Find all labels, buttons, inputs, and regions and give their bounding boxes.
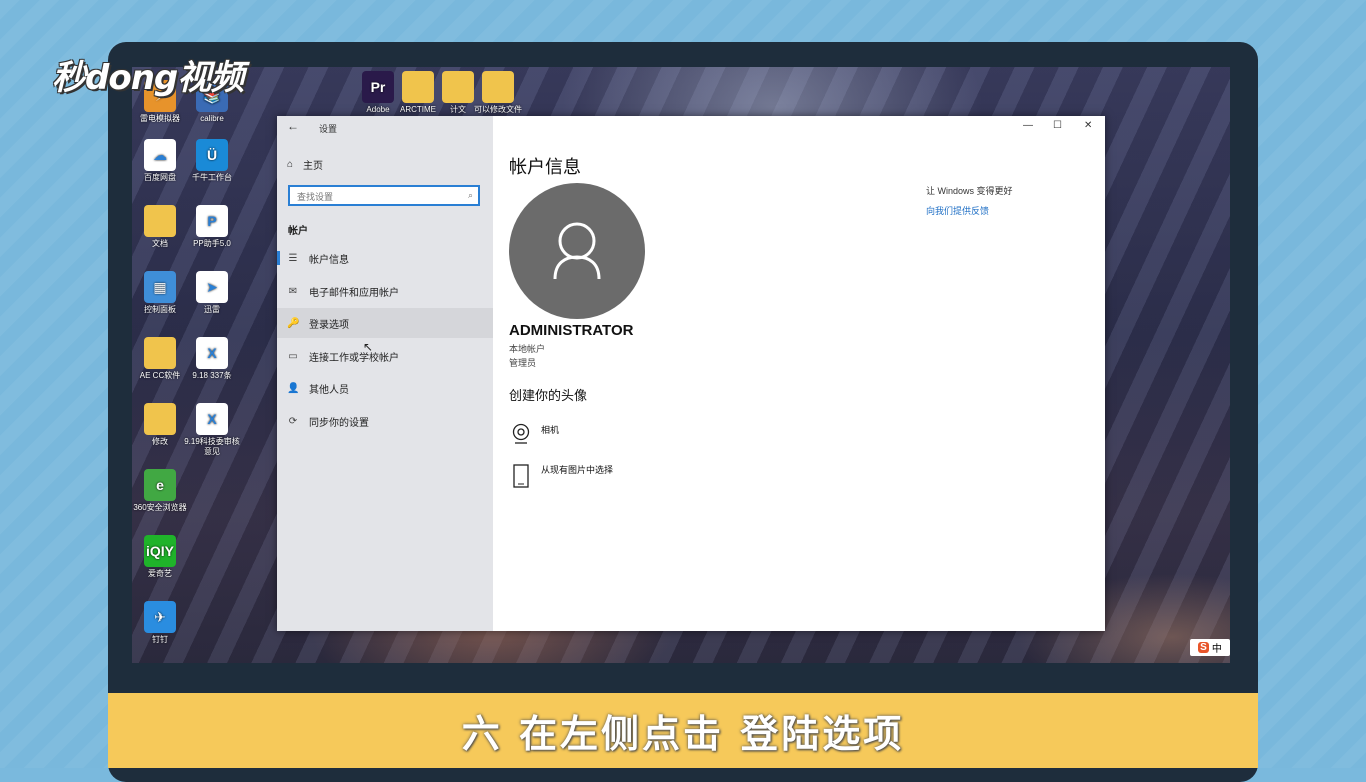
app-icon: ✈ [144, 601, 176, 633]
nav-other-people[interactable]: 👤 其他人员 [277, 373, 493, 403]
desktop-icon[interactable]: X 9.19科技委审核意见 [184, 403, 240, 457]
mouse-cursor-icon: ↖ [363, 340, 374, 354]
page-title: 帐户信息 [509, 157, 581, 177]
app-icon: Ü [196, 139, 228, 171]
desktop-icon[interactable]: ✈ 钉钉 [132, 601, 188, 645]
caption-text: 六 在左侧点击 登陆选项 [461, 712, 905, 756]
browse-picture-option[interactable]: 从现有图片中选择 [511, 463, 613, 489]
nav-label: 电子邮件和应用帐户 [309, 287, 399, 299]
desktop-icon[interactable]: 可以修改文件 [470, 71, 526, 115]
account-role: 管理员 [509, 358, 537, 368]
user-icon [553, 222, 601, 280]
section-heading: 帐户 [288, 226, 308, 237]
nav-sign-in-options[interactable]: 🔑 登录选项 [277, 308, 493, 338]
settings-content: — ☐ ✕ 帐户信息 ADMINISTRATOR 本地帐户 管理员 创建你的头像… [493, 116, 1105, 631]
ime-label: 中 [1211, 644, 1222, 655]
desktop-icon-label: 雷电模拟器 [140, 114, 180, 123]
desktop-icon-label: 控制面板 [144, 305, 176, 314]
desktop-icon[interactable]: Ü 千牛工作台 [184, 139, 240, 183]
app-icon: ➤ [196, 271, 228, 303]
desktop-icon-label: 360安全浏览器 [133, 503, 187, 512]
username: ADMINISTRATOR [509, 322, 634, 339]
ime-indicator[interactable]: S 中 [1190, 639, 1230, 656]
feedback-link[interactable]: 向我们提供反馈 [926, 204, 989, 217]
mail-icon: ✉ [288, 285, 298, 297]
desktop-icon-label: 钉钉 [152, 635, 168, 644]
settings-sidebar: ← 设置 ⌂ 主页 ⌕ 帐户 ☰ 帐户信息 ✉ 电子邮件和应用帐户 🔑 登录选项… [277, 116, 493, 631]
desktop-icon-label: AE CC软件 [139, 371, 181, 380]
sync-icon: ⟳ [288, 415, 298, 427]
desktop-icon-label: calibre [200, 114, 224, 123]
desktop-icon-label: 修改 [152, 437, 168, 446]
briefcase-icon: ▭ [288, 350, 298, 362]
app-icon: iQIY [144, 535, 176, 567]
phone-icon [513, 464, 529, 488]
desktop-icon[interactable]: 文档 [132, 205, 188, 249]
desktop-icon-label: 文档 [152, 239, 168, 248]
search-input[interactable] [295, 191, 459, 203]
desktop-icon[interactable]: e 360安全浏览器 [132, 469, 188, 513]
window-title: 设置 [319, 124, 338, 134]
minimize-button[interactable]: — [1023, 120, 1033, 131]
avatar [509, 183, 645, 319]
settings-window: ← 设置 ⌂ 主页 ⌕ 帐户 ☰ 帐户信息 ✉ 电子邮件和应用帐户 🔑 登录选项… [277, 116, 1105, 631]
desktop-icon-label: PP助手5.0 [193, 239, 231, 248]
desktop-icon-label: 百度网盘 [144, 173, 176, 182]
nav-label: 帐户信息 [309, 254, 349, 266]
desktop-icon[interactable]: AE CC软件 [132, 337, 188, 381]
app-icon [144, 337, 176, 369]
improve-windows-text: 让 Windows 变得更好 [926, 186, 1013, 196]
maximize-button[interactable]: ☐ [1053, 120, 1062, 131]
nav-home[interactable]: ⌂ 主页 [287, 157, 323, 172]
nav-work-school[interactable]: ▭ 连接工作或学校帐户 [277, 341, 493, 371]
key-icon: 🔑 [287, 317, 300, 329]
nav-email-accounts[interactable]: ✉ 电子邮件和应用帐户 [277, 276, 493, 306]
home-icon: ⌂ [287, 159, 294, 170]
account-info-icon: ☰ [288, 252, 298, 264]
app-icon [144, 403, 176, 435]
desktop-icon[interactable]: ➤ 迅雷 [184, 271, 240, 315]
sogou-icon: S [1198, 642, 1209, 653]
account-type: 本地帐户 [509, 344, 546, 354]
search-icon[interactable]: ⌕ [468, 190, 473, 201]
desktop-icon-label: 9.19科技委审核意见 [184, 437, 240, 456]
desktop-icon[interactable]: ▦ 控制面板 [132, 271, 188, 315]
desktop-icon-label: 9.18 337条 [192, 371, 232, 380]
desktop-icon[interactable]: 修改 [132, 403, 188, 447]
app-icon: e [144, 469, 176, 501]
search-box[interactable]: ⌕ [288, 185, 480, 206]
app-icon: ▦ [144, 271, 176, 303]
person-icon: 👤 [287, 382, 300, 394]
close-button[interactable]: ✕ [1084, 120, 1092, 131]
create-avatar-heading: 创建你的头像 [509, 388, 588, 403]
home-label: 主页 [303, 161, 324, 172]
camera-option[interactable]: 相机 [511, 423, 559, 445]
desktop-icon[interactable]: ☁ 百度网盘 [132, 139, 188, 183]
nav-label: 同步你的设置 [309, 417, 369, 429]
nav-label: 连接工作或学校帐户 [309, 352, 399, 364]
desktop-icon-label: 千牛工作台 [192, 173, 232, 182]
nav-account-info[interactable]: ☰ 帐户信息 [277, 243, 493, 273]
desktop-icon-label: 可以修改文件 [474, 105, 522, 114]
desktop-icon-label: 爱奇艺 [148, 569, 172, 578]
app-icon: X [196, 337, 228, 369]
desktop-icon[interactable]: iQIY 爱奇艺 [132, 535, 188, 579]
browse-label: 从现有图片中选择 [541, 465, 614, 475]
app-icon: ☁ [144, 139, 176, 171]
app-icon: P [196, 205, 228, 237]
app-icon: X [196, 403, 228, 435]
desktop-icon[interactable]: P PP助手5.0 [184, 205, 240, 249]
nav-label: 登录选项 [309, 319, 349, 331]
nav-sync-settings[interactable]: ⟳ 同步你的设置 [277, 406, 493, 436]
camera-label: 相机 [541, 425, 560, 435]
app-icon [144, 205, 176, 237]
watermark-logo: 秒dong视频 [52, 58, 244, 98]
nav-label: 其他人员 [309, 384, 349, 396]
desktop-icon-label: 迅雷 [204, 305, 220, 314]
desktop-icon[interactable]: X 9.18 337条 [184, 337, 240, 381]
webcam-icon [512, 423, 530, 444]
back-arrow-icon[interactable]: ← [287, 119, 299, 133]
app-icon [482, 71, 514, 103]
